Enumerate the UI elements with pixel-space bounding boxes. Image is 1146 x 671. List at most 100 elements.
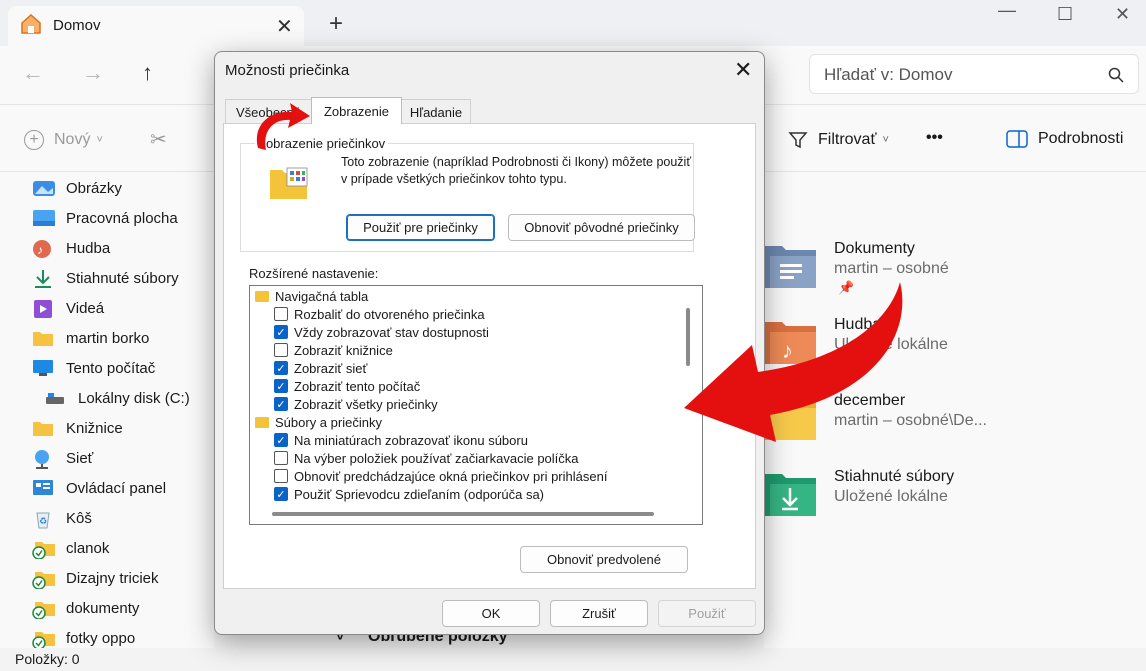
ok-button[interactable]: OK bbox=[442, 600, 540, 627]
checkbox-checked[interactable]: ✓ bbox=[274, 379, 288, 393]
checkbox[interactable] bbox=[274, 343, 288, 357]
back-icon[interactable]: ← bbox=[22, 60, 44, 86]
checkbox[interactable] bbox=[274, 451, 288, 465]
sidebar-item-label: Tento počítač bbox=[66, 359, 156, 377]
apply-to-folders-button[interactable]: Použiť pre priečinky bbox=[346, 214, 495, 241]
tree-option[interactable]: ✓ Na miniatúrach zobrazovať ikonu súboru bbox=[274, 431, 528, 449]
tree-label: Súbory a priečinky bbox=[275, 414, 382, 430]
checkbox[interactable] bbox=[274, 469, 288, 483]
sidebar-item-desktop[interactable]: Pracovná plocha bbox=[32, 206, 178, 230]
tree-category-navigation-pane: Navigačná tabla bbox=[255, 287, 368, 305]
tree-option[interactable]: Zobraziť knižnice bbox=[274, 341, 393, 359]
item-title[interactable]: Dokumenty bbox=[834, 240, 915, 258]
video-icon bbox=[32, 299, 54, 318]
music-folder-icon: ♪ bbox=[764, 322, 816, 364]
checkbox-checked[interactable]: ✓ bbox=[274, 487, 288, 501]
close-tab-icon[interactable]: ✕ bbox=[276, 14, 293, 39]
sidebar-item-clanok[interactable]: clanok bbox=[32, 536, 109, 560]
synced-folder-icon bbox=[32, 599, 55, 620]
tab-title: Domov bbox=[53, 17, 101, 34]
sidebar-item-libraries[interactable]: Knižnice bbox=[32, 416, 123, 440]
tab-label: Zobrazenie bbox=[323, 103, 390, 119]
apply-button[interactable]: Použiť bbox=[658, 600, 756, 627]
sidebar-item-fotky-oppo[interactable]: fotky oppo bbox=[32, 626, 135, 650]
home-icon bbox=[21, 14, 41, 34]
item-subtitle: martin – osobné\De... bbox=[834, 412, 987, 429]
tab-home[interactable]: Domov ✕ bbox=[8, 6, 304, 46]
new-tab-icon[interactable]: + bbox=[329, 10, 343, 38]
folder-icon bbox=[32, 419, 54, 437]
folder-icon bbox=[255, 290, 269, 302]
checkbox-checked[interactable]: ✓ bbox=[274, 361, 288, 375]
new-label: Nový bbox=[54, 131, 91, 148]
tree-option[interactable]: ✓ Zobraziť všetky priečinky bbox=[274, 395, 438, 413]
filter-button[interactable]: Filtrovať ˅ bbox=[788, 130, 889, 150]
tree-option[interactable]: ✓ Použiť Sprievodcu zdieľaním (odporúča … bbox=[274, 485, 544, 503]
tab-search[interactable]: Hľadanie bbox=[401, 99, 471, 124]
plus-circle-icon: + bbox=[24, 130, 44, 150]
filter-label: Filtrovať bbox=[818, 131, 877, 148]
tree-option[interactable]: Obnoviť predchádzajúce okná priečinkov p… bbox=[274, 467, 607, 485]
sidebar-item-label: Dizajny triciek bbox=[66, 569, 159, 587]
vertical-scrollbar-thumb[interactable] bbox=[686, 308, 690, 366]
folder-icon bbox=[255, 416, 269, 428]
tree-label: Navigačná tabla bbox=[275, 288, 369, 304]
svg-text:♪: ♪ bbox=[37, 243, 43, 257]
button-label: Zrušiť bbox=[582, 606, 616, 621]
sidebar-item-network[interactable]: Sieť bbox=[32, 446, 93, 470]
sidebar-item-recycle-bin[interactable]: ♻ Kôš bbox=[32, 506, 92, 530]
tab-general[interactable]: Všeobecné bbox=[225, 99, 312, 124]
close-window-icon[interactable]: ✕ bbox=[1115, 4, 1130, 25]
recycle-bin-icon: ♻ bbox=[32, 509, 54, 529]
tab-bar: Domov ✕ + — ☐ ✕ bbox=[0, 0, 1146, 46]
reset-folders-button[interactable]: Obnoviť pôvodné priečinky bbox=[508, 214, 695, 241]
tab-view[interactable]: Zobrazenie bbox=[311, 97, 402, 124]
sidebar-item-martin-borko[interactable]: martin borko bbox=[32, 326, 149, 350]
search-input[interactable]: Hľadať v: Domov bbox=[809, 54, 1139, 94]
tree-option[interactable]: ✓ Vždy zobrazovať stav dostupnosti bbox=[274, 323, 489, 341]
download-icon bbox=[32, 269, 54, 288]
tree-option[interactable]: Rozbaliť do otvoreného priečinka bbox=[274, 305, 485, 323]
checkbox-checked[interactable]: ✓ bbox=[274, 397, 288, 411]
sidebar-item-music[interactable]: ♪ Hudba bbox=[32, 236, 110, 260]
checkbox-checked[interactable]: ✓ bbox=[274, 325, 288, 339]
restore-defaults-button[interactable]: Obnoviť predvolené bbox=[520, 546, 688, 573]
cancel-button[interactable]: Zrušiť bbox=[550, 600, 648, 627]
tree-label: Zobraziť knižnice bbox=[294, 342, 393, 358]
more-options-button[interactable]: ••• bbox=[926, 129, 943, 147]
maximize-icon[interactable]: ☐ bbox=[1057, 4, 1073, 25]
close-icon[interactable]: ✕ bbox=[734, 57, 752, 83]
advanced-settings-list[interactable]: Navigačná tabla Rozbaliť do otvoreného p… bbox=[249, 285, 703, 525]
tree-option[interactable]: ✓ Zobraziť sieť bbox=[274, 359, 367, 377]
sidebar-item-dizajny-triciek[interactable]: Dizajny triciek bbox=[32, 566, 159, 590]
item-subtitle: Uložené lokálne bbox=[834, 488, 948, 505]
cut-icon[interactable]: ✂ bbox=[150, 127, 167, 152]
checkbox-checked[interactable]: ✓ bbox=[274, 433, 288, 447]
forward-icon[interactable]: → bbox=[82, 60, 104, 86]
tree-option[interactable]: Na výber položiek používať začiarkavacie… bbox=[274, 449, 579, 467]
sidebar-item-downloads[interactable]: Stiahnuté súbory bbox=[32, 266, 179, 290]
minimize-icon[interactable]: — bbox=[998, 0, 1016, 21]
chevron-down-icon: ˅ bbox=[96, 134, 103, 146]
details-button[interactable]: Podrobnosti bbox=[1006, 130, 1123, 148]
tree-option[interactable]: ✓ Zobraziť tento počítač bbox=[274, 377, 420, 395]
tree-label: Na miniatúrach zobrazovať ikonu súboru bbox=[294, 432, 528, 448]
up-icon[interactable]: ↑ bbox=[142, 60, 153, 86]
sidebar-item-pictures[interactable]: Obrázky bbox=[32, 176, 122, 200]
item-title[interactable]: december bbox=[834, 392, 905, 410]
tab-label: Všeobecné bbox=[235, 104, 302, 120]
synced-folder-icon bbox=[32, 539, 55, 560]
horizontal-scrollbar-thumb[interactable] bbox=[272, 512, 654, 516]
new-button[interactable]: + Nový ˅ bbox=[24, 130, 103, 150]
dialog-title: Možnosti priečinka bbox=[225, 62, 350, 79]
sidebar-item-dokumenty[interactable]: dokumenty bbox=[32, 596, 139, 620]
drive-icon bbox=[44, 389, 66, 407]
sidebar-item-control-panel[interactable]: Ovládací panel bbox=[32, 476, 166, 500]
sidebar-item-this-pc[interactable]: Tento počítač bbox=[32, 356, 155, 380]
checkbox[interactable] bbox=[274, 307, 288, 321]
sidebar-item-label: dokumenty bbox=[66, 599, 140, 617]
item-title[interactable]: Hudba bbox=[834, 316, 881, 334]
item-title[interactable]: Stiahnuté súbory bbox=[834, 468, 954, 486]
sidebar-item-local-disk[interactable]: Lokálny disk (C:) bbox=[44, 386, 190, 410]
sidebar-item-videos[interactable]: Videá bbox=[32, 296, 104, 320]
